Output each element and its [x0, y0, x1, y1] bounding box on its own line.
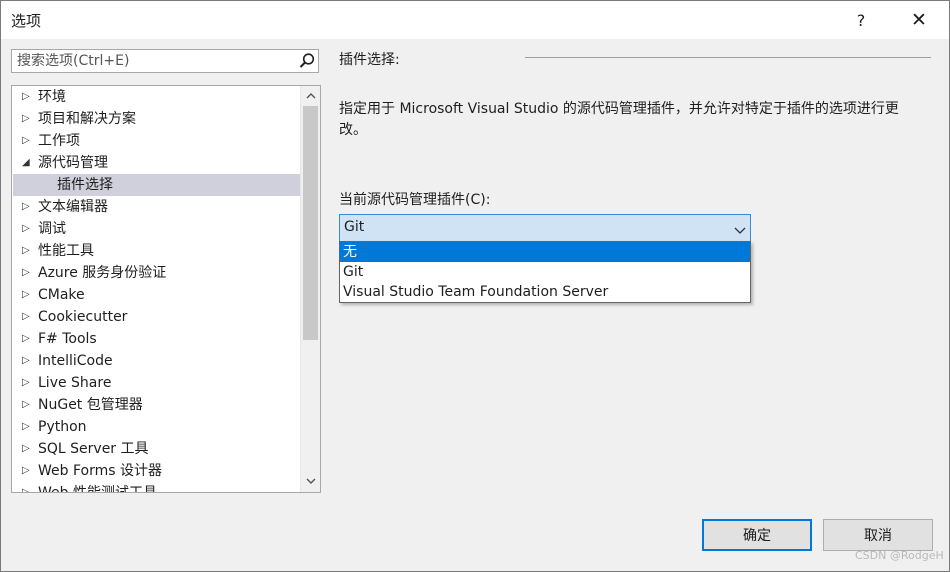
expand-arrow-icon[interactable]: ▷ — [22, 86, 32, 108]
tree-item-label: Azure 服务身份验证 — [38, 265, 167, 281]
ok-button[interactable]: 确定 — [702, 519, 812, 551]
tree-item-nuget[interactable]: ▷ NuGet 包管理器 — [13, 394, 300, 416]
tree-item-environment[interactable]: ▷ 环境 — [13, 86, 300, 108]
tree-item-label: SQL Server 工具 — [38, 441, 149, 457]
plugin-dropdown-list: 无 Git Visual Studio Team Foundation Serv… — [339, 241, 751, 303]
tree-item-label: Python — [38, 419, 87, 435]
description-text: 指定用于 Microsoft Visual Studio 的源代码管理插件，并允… — [339, 101, 899, 138]
tree-item-label: 性能工具 — [38, 243, 94, 259]
tree-item-live-share[interactable]: ▷ Live Share — [13, 372, 300, 394]
expand-arrow-icon[interactable]: ▷ — [22, 262, 32, 284]
tree-item-fsharp-tools[interactable]: ▷ F# Tools — [13, 328, 300, 350]
tree-item-web-forms-designer[interactable]: ▷ Web Forms 设计器 — [13, 460, 300, 482]
expand-arrow-icon[interactable]: ▷ — [22, 218, 32, 240]
expand-arrow-icon[interactable]: ▷ — [22, 240, 32, 262]
options-tree: ▷ 环境 ▷ 项目和解决方案 ▷ 工作项 ◢ 源代码管理 插件选择 ▷ 文本编辑… — [11, 85, 321, 493]
expand-arrow-icon[interactable]: ▷ — [22, 482, 32, 492]
expand-arrow-icon[interactable]: ▷ — [22, 108, 32, 130]
scroll-down-icon[interactable] — [301, 472, 320, 490]
tree-item-label: F# Tools — [38, 331, 97, 347]
tree-item-label: IntelliCode — [38, 353, 113, 369]
dialog-title: 选项 — [11, 12, 42, 30]
tree-item-label: Cookiecutter — [38, 309, 128, 325]
plugin-select-value: Git — [344, 219, 365, 235]
tree-item-label: 环境 — [38, 89, 66, 105]
tree-item-python[interactable]: ▷ Python — [13, 416, 300, 438]
search-icon[interactable] — [298, 52, 316, 70]
help-button[interactable]: ? — [841, 5, 881, 35]
tree-item-label: 工作项 — [38, 133, 80, 149]
expand-arrow-icon[interactable]: ▷ — [22, 460, 32, 482]
tree-item-label: Web 性能测试工具 — [38, 485, 157, 493]
dropdown-option-none[interactable]: 无 — [340, 242, 750, 262]
tree-item-projects-solutions[interactable]: ▷ 项目和解决方案 — [13, 108, 300, 130]
section-divider — [525, 57, 931, 58]
expand-arrow-icon[interactable]: ▷ — [22, 372, 32, 394]
tree-item-intellicode[interactable]: ▷ IntelliCode — [13, 350, 300, 372]
plugin-select-label: 当前源代码管理插件(C): — [339, 192, 491, 208]
tree-item-source-control[interactable]: ◢ 源代码管理 — [13, 152, 300, 174]
tree-item-label: 项目和解决方案 — [38, 111, 136, 127]
tree-item-label: 插件选择 — [57, 177, 113, 193]
tree-item-plugin-selection[interactable]: 插件选择 — [13, 174, 300, 196]
scroll-up-icon[interactable] — [301, 87, 320, 105]
tree-item-cmake[interactable]: ▷ CMake — [13, 284, 300, 306]
expand-arrow-icon[interactable]: ▷ — [22, 350, 32, 372]
search-input[interactable] — [12, 50, 297, 72]
tree-scrollbar[interactable] — [300, 86, 320, 492]
tree-item-label: Live Share — [38, 375, 112, 391]
tree-item-web-perf-test-tools[interactable]: ▷ Web 性能测试工具 — [13, 482, 300, 493]
tree-item-label: 文本编辑器 — [38, 199, 108, 215]
tree-item-text-editor[interactable]: ▷ 文本编辑器 — [13, 196, 300, 218]
expand-arrow-icon[interactable]: ▷ — [22, 130, 32, 152]
expand-arrow-icon[interactable]: ▷ — [22, 284, 32, 306]
options-dialog: 选项 ? ✕ ▷ 环境 ▷ 项目和解决方案 ▷ 工作项 ◢ 源代码管理 — [0, 0, 950, 572]
tree-item-performance-tools[interactable]: ▷ 性能工具 — [13, 240, 300, 262]
expand-arrow-icon[interactable]: ▷ — [22, 306, 32, 328]
expand-arrow-icon[interactable]: ▷ — [22, 196, 32, 218]
tree-item-label: 调试 — [38, 221, 66, 237]
search-box — [11, 49, 319, 73]
collapse-arrow-icon[interactable]: ◢ — [22, 152, 32, 174]
dropdown-option-tfs[interactable]: Visual Studio Team Foundation Server — [340, 282, 750, 302]
title-bar: 选项 ? ✕ — [1, 1, 949, 39]
tree-item-cookiecutter[interactable]: ▷ Cookiecutter — [13, 306, 300, 328]
dropdown-option-git[interactable]: Git — [340, 262, 750, 282]
tree-item-label: Web Forms 设计器 — [38, 463, 162, 479]
tree-item-work-items[interactable]: ▷ 工作项 — [13, 130, 300, 152]
close-button[interactable]: ✕ — [899, 5, 939, 35]
expand-arrow-icon[interactable]: ▷ — [22, 416, 32, 438]
tree-item-label: CMake — [38, 287, 85, 303]
plugin-select[interactable]: Git — [339, 214, 751, 242]
tree-item-debugging[interactable]: ▷ 调试 — [13, 218, 300, 240]
scroll-thumb[interactable] — [303, 106, 318, 340]
watermark: CSDN @RodgeH — [855, 549, 944, 562]
expand-arrow-icon[interactable]: ▷ — [22, 394, 32, 416]
tree-item-sql-server-tools[interactable]: ▷ SQL Server 工具 — [13, 438, 300, 460]
expand-arrow-icon[interactable]: ▷ — [22, 328, 32, 350]
expand-arrow-icon[interactable]: ▷ — [22, 438, 32, 460]
tree-item-label: 源代码管理 — [38, 155, 108, 171]
chevron-down-icon[interactable] — [734, 223, 746, 234]
tree-item-label: NuGet 包管理器 — [38, 397, 143, 413]
tree-item-azure-auth[interactable]: ▷ Azure 服务身份验证 — [13, 262, 300, 284]
section-title: 插件选择: — [339, 52, 400, 68]
cancel-button[interactable]: 取消 — [823, 519, 933, 551]
